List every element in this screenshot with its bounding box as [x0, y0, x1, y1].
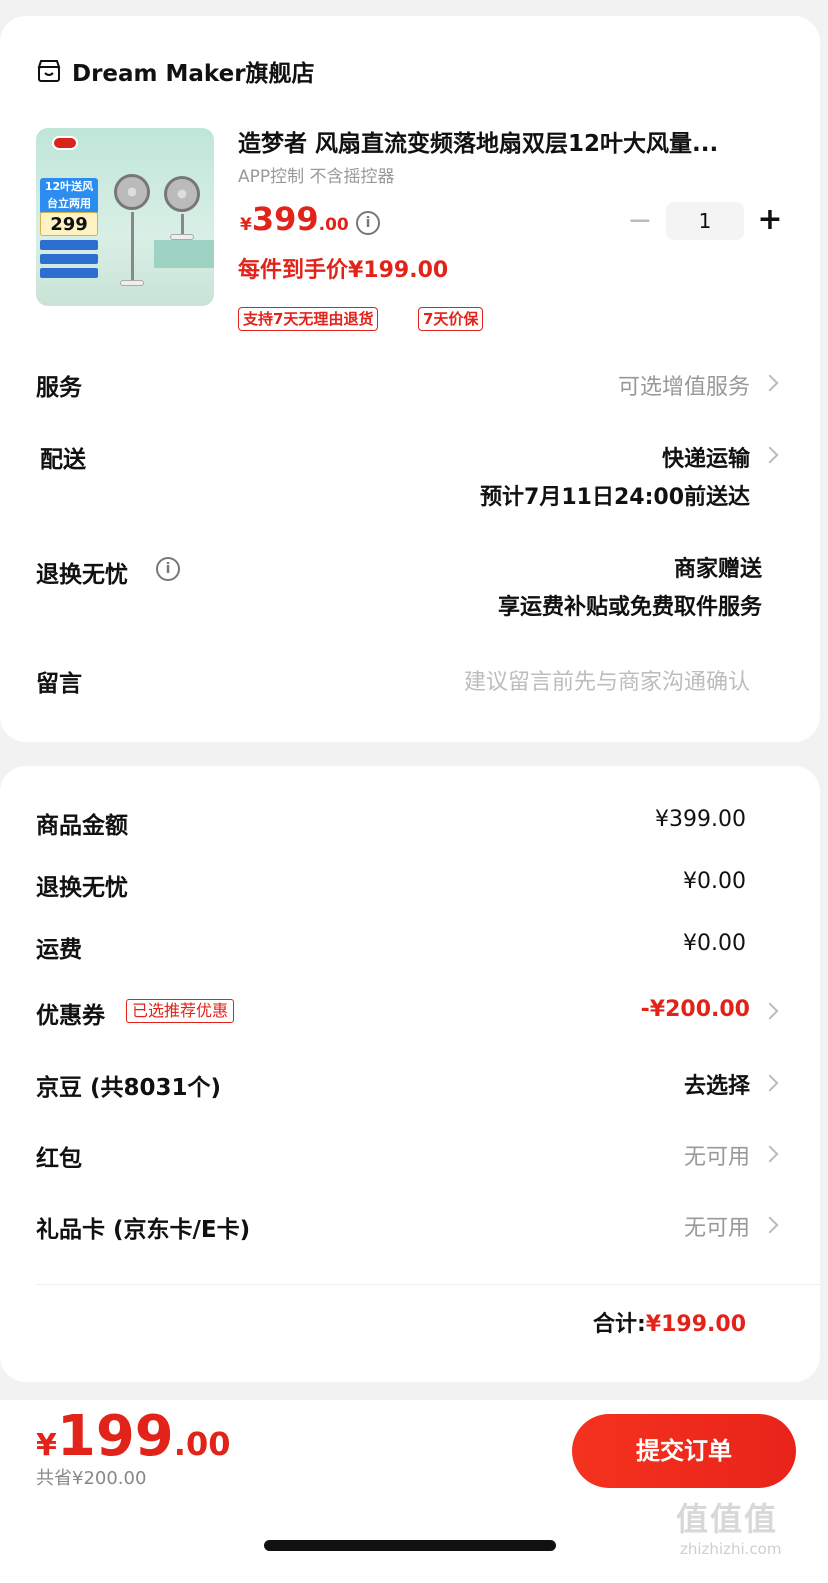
total-amount: ¥199.00: [645, 1312, 746, 1337]
shipping-fee-label: 运费: [36, 937, 82, 963]
brand-logo: [52, 136, 78, 150]
summary-divider: [36, 1284, 820, 1285]
redpacket-value[interactable]: 无可用: [684, 1139, 750, 1171]
return-policy-tag: 支持7天无理由退货: [238, 307, 379, 331]
image-strip: [40, 268, 98, 278]
payable-amount: ¥199.00: [36, 1404, 231, 1469]
jingdou-select[interactable]: 去选择: [684, 1068, 750, 1100]
product-price: ¥399.00: [240, 200, 349, 238]
order-total: 合计:¥199.00: [593, 1306, 746, 1338]
return-service-label: 退换无忧: [36, 562, 128, 588]
image-strip: [40, 254, 98, 264]
delivery-method[interactable]: 快递运输: [662, 441, 750, 473]
jingdou-label: 京豆 (共8031个): [36, 1075, 222, 1101]
coupon-label: 优惠券: [36, 1003, 105, 1029]
price-info-icon[interactable]: i: [356, 211, 380, 235]
fan-stand: [131, 212, 134, 282]
fan-base: [170, 234, 194, 240]
quantity-decrease-button[interactable]: −: [624, 206, 656, 238]
home-indicator[interactable]: [264, 1540, 556, 1551]
return-fee-label: 退换无忧: [36, 875, 128, 901]
goods-amount-label: 商品金额: [36, 813, 128, 839]
return-fee-value: ¥0.00: [683, 869, 746, 894]
product-title[interactable]: 造梦者 风扇直流变频落地扇双层12叶大风量...: [238, 124, 786, 158]
giftcard-value[interactable]: 无可用: [684, 1210, 750, 1242]
saved-amount: 共省¥200.00: [36, 1468, 147, 1489]
price-protect-tag: 7天价保: [418, 307, 484, 331]
product-spec[interactable]: APP控制 不含摇控器: [238, 162, 395, 187]
service-label: 服务: [36, 375, 82, 401]
submit-order-button[interactable]: 提交订单: [572, 1414, 796, 1488]
watermark-logo: 值值值: [676, 1500, 779, 1538]
giftcard-label: 礼品卡 (京东卡/E卡): [36, 1217, 251, 1243]
image-feature-tag: 12叶送风 台立两用: [40, 178, 98, 214]
message-input[interactable]: 建议留言前先与商家沟通确认: [464, 664, 750, 696]
total-label: 合计:: [592, 1312, 646, 1337]
coupon-value[interactable]: -¥200.00: [641, 997, 750, 1022]
message-label: 留言: [36, 671, 82, 697]
redpacket-label: 红包: [36, 1146, 82, 1172]
product-image[interactable]: 12叶送风 台立两用 299: [36, 128, 214, 306]
fan-head: [164, 176, 200, 212]
return-info-icon[interactable]: i: [156, 557, 180, 581]
fan-base: [120, 280, 144, 286]
goods-amount-value: ¥399.00: [655, 807, 746, 832]
shop-name[interactable]: Dream Maker旗舰店: [72, 54, 315, 88]
delivery-label: 配送: [40, 447, 86, 473]
delivery-estimate: 预计7月11日24:00前送达: [480, 485, 750, 510]
image-cabinet: [154, 240, 214, 268]
coupon-selected-badge: 已选推荐优惠: [126, 999, 235, 1023]
image-price-tag: 299: [40, 212, 98, 236]
return-service-sub: 享运费补贴或免费取件服务: [497, 595, 762, 620]
quantity-increase-button[interactable]: +: [754, 204, 786, 236]
service-value[interactable]: 可选增值服务: [618, 369, 750, 401]
fan-head: [114, 174, 150, 210]
final-unit-price: 每件到手价¥199.00: [238, 258, 449, 283]
shop-icon: [37, 60, 61, 82]
watermark-site: zhizhizhi.com: [680, 1540, 782, 1558]
shipping-fee-value: ¥0.00: [683, 931, 746, 956]
return-service-value: 商家赠送: [673, 557, 762, 582]
fan-stand: [181, 214, 184, 236]
quantity-input[interactable]: 1: [666, 202, 744, 240]
image-strip: [40, 240, 98, 250]
